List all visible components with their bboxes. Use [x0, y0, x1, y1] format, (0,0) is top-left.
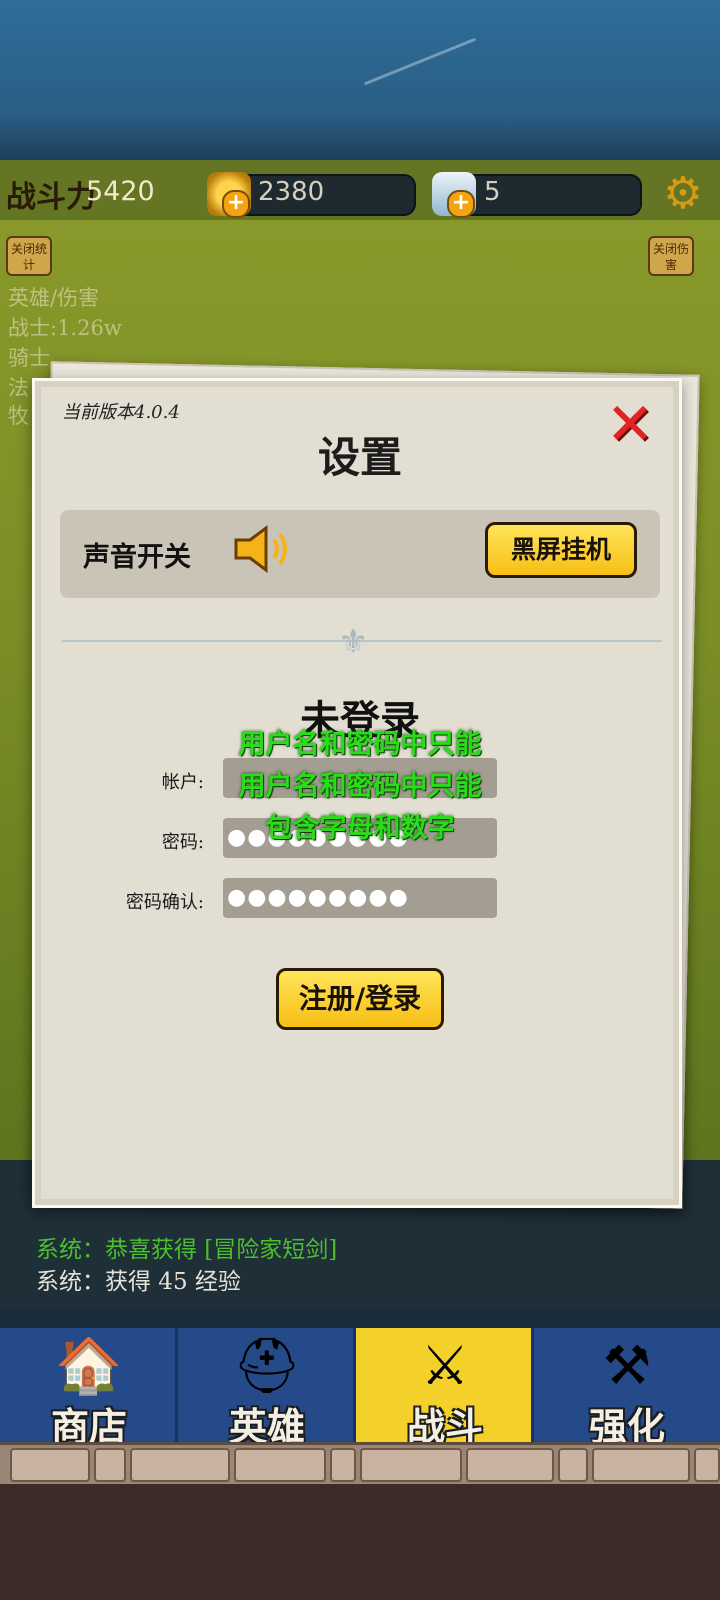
brick	[694, 1448, 720, 1482]
stats-line: 骑士	[8, 346, 50, 370]
gear-icon[interactable]: ⚙	[660, 172, 706, 218]
brick	[130, 1448, 230, 1482]
add-gold-button[interactable]: +	[222, 190, 250, 218]
add-gem-button[interactable]: +	[447, 190, 475, 218]
validation-toast: 用户名和密码中只能	[238, 771, 482, 802]
brick	[466, 1448, 554, 1482]
hero-helmet-icon: ⛑	[232, 1334, 302, 1397]
stats-line: 战士:1.26w	[8, 316, 122, 340]
brick	[360, 1448, 462, 1482]
sound-label: 声音开关	[83, 542, 191, 573]
system-log-line: 系统：获得 45 经验	[36, 1269, 241, 1295]
sky-background	[0, 0, 720, 165]
power-value: 5420	[86, 176, 155, 207]
tab-shop[interactable]: 🏠 商店	[0, 1328, 178, 1449]
confirm-password-label: 密码确认:	[125, 892, 204, 913]
confirm-password-input[interactable]: ●●●●●●●●●	[223, 878, 497, 918]
toggle-stats-button[interactable]: 关闭统计	[6, 236, 52, 276]
stats-header: 英雄/伤害	[8, 286, 100, 310]
speaker-icon[interactable]	[232, 524, 294, 574]
black-screen-button[interactable]: 黑屏挂机	[485, 522, 637, 578]
tab-hero[interactable]: ⛑ 英雄	[178, 1328, 356, 1449]
gem-value: 5	[484, 177, 501, 207]
crossed-swords-icon: ⚔	[420, 1334, 470, 1397]
brick	[94, 1448, 126, 1482]
shop-icon: 🏠	[55, 1334, 123, 1397]
brick	[234, 1448, 326, 1482]
gold-value: 2380	[258, 177, 325, 207]
hammer-icon: ⚒	[602, 1334, 652, 1397]
fleur-icon: ⚜	[338, 622, 369, 662]
ground	[0, 1484, 720, 1600]
page-title: 设置	[317, 433, 402, 482]
validation-toast: 包含字母和数字	[265, 813, 455, 844]
sky-streak	[363, 37, 477, 86]
system-log-line: 系统：恭喜获得 [冒险家短剑]	[36, 1237, 338, 1263]
brick	[558, 1448, 588, 1482]
brick	[592, 1448, 690, 1482]
toggle-damage-button[interactable]: 关闭伤害	[648, 236, 694, 276]
brick	[10, 1448, 90, 1482]
power-label: 战斗力	[6, 180, 96, 215]
brick	[330, 1448, 356, 1482]
register-login-button[interactable]: 注册/登录	[276, 968, 444, 1030]
version-label: 当前版本4.0.4	[62, 402, 180, 423]
tab-battle[interactable]: ⚔ 战斗	[356, 1328, 534, 1449]
tab-upgrade[interactable]: ⚒ 强化	[534, 1328, 720, 1449]
validation-toast: 用户名和密码中只能	[238, 729, 482, 760]
stats-line: 法	[8, 376, 29, 400]
